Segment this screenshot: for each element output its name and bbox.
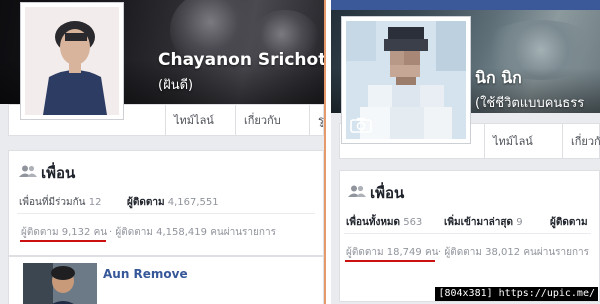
subscribers-text: คนผ่านรายการ — [523, 247, 590, 258]
subscribers-count: 38,012 — [485, 247, 521, 258]
followers-count-row[interactable]: ผู้ติดตาม 9,132 คน — [21, 225, 107, 240]
profile-picture[interactable] — [20, 2, 124, 120]
filter-label: เพิ่มเข้ามาล่าสุด — [444, 217, 514, 228]
friend-photo — [23, 263, 97, 304]
divider — [344, 233, 591, 234]
tab-photos[interactable]: รูป — [309, 105, 324, 135]
friends-title: เพื่อน — [370, 184, 405, 202]
left-profile-panel: Chayanon Srichot (ฝันดี) ไทม์ไลน์ เกี่ยว… — [0, 0, 324, 304]
filter-label: ผู้ติดตาม — [127, 197, 165, 208]
profile-picture[interactable] — [341, 16, 471, 144]
profile-name[interactable]: นิก นิก — [475, 66, 522, 91]
avatar — [346, 21, 466, 139]
filter-count: 12 — [88, 197, 102, 208]
followers-count: 18,749 — [386, 247, 422, 258]
friend-name-link[interactable]: Aun Remove — [103, 267, 188, 281]
profile-nickname: (ใช้ชีวิตแบบคนธรร — [475, 96, 585, 111]
subscribers-row[interactable]: · ผู้ติดตาม 4,158,419 คนผ่านรายการ — [109, 225, 276, 240]
friend-preview-card: Aun Remove — [8, 256, 324, 304]
filter-label: เพื่อนทั้งหมด — [346, 217, 401, 228]
filter-followers[interactable]: ผู้ติดตาม 4,167,551 — [127, 195, 219, 210]
avatar — [25, 7, 119, 115]
followers-unit: คน — [93, 227, 108, 238]
camera-icon[interactable] — [350, 117, 372, 133]
profile-nickname: (ฝันดี) — [158, 78, 194, 93]
highlight-underline — [20, 240, 106, 242]
filter-label: ผู้ติดตาม — [550, 217, 588, 228]
divider — [17, 213, 315, 214]
filter-label: เพื่อนที่มีร่วมกัน — [19, 197, 86, 208]
filter-count: 563 — [403, 217, 423, 228]
tab-about[interactable]: เกี่ยวกับ — [562, 124, 600, 158]
right-profile-panel: นิก นิก (ใช้ชีวิตแบบคนธรร ไทม์ไลน์ เกี่ย… — [331, 0, 600, 304]
highlight-underline — [345, 260, 435, 262]
top-bar — [331, 0, 600, 10]
followers-unit: คน — [424, 247, 439, 258]
subscribers-count: 4,158,419 — [156, 227, 208, 238]
filter-recently-added[interactable]: เพิ่มเข้ามาล่าสุด 9 — [444, 215, 523, 230]
friends-title: เพื่อน — [41, 164, 76, 182]
friends-icon — [348, 185, 366, 197]
followers-label: ผู้ติดตาม — [346, 247, 384, 258]
friends-icon — [19, 165, 37, 177]
filter-all-friends[interactable]: เพื่อนทั้งหมด 563 — [346, 215, 422, 230]
followers-label: ผู้ติดตาม — [21, 227, 59, 238]
tab-about[interactable]: เกี่ยวกับ — [235, 105, 309, 135]
tab-timeline[interactable]: ไทม์ไลน์ — [165, 105, 235, 135]
filter-mutual-friends[interactable]: เพื่อนที่มีร่วมกัน 12 — [19, 195, 101, 210]
followers-count-row[interactable]: ผู้ติดตาม 18,749 คน — [346, 245, 438, 260]
friends-card: เพื่อน เพื่อนที่มีร่วมกัน 12 ผู้ติดตาม 4… — [8, 150, 324, 256]
watermark: [804x381] https://upic.me/ — [435, 287, 598, 301]
avatar-photo — [25, 7, 119, 115]
followers-count: 9,132 — [61, 227, 91, 238]
subscribers-text: คนผ่านรายการ — [210, 227, 276, 238]
friends-card: เพื่อน เพื่อนทั้งหมด 563 เพิ่มเข้ามาล่าส… — [339, 170, 600, 302]
filter-count: 9 — [516, 217, 523, 228]
subscribers-label: ผู้ติดตาม — [115, 227, 153, 238]
tab-timeline[interactable]: ไทม์ไลน์ — [484, 124, 562, 158]
screenshot-divider — [324, 0, 331, 304]
subscribers-label: ผู้ติดตาม — [444, 247, 482, 258]
profile-name[interactable]: Chayanon Srichot — [158, 50, 324, 70]
filter-followers[interactable]: ผู้ติดตาม — [550, 215, 588, 230]
subscribers-row[interactable]: · ผู้ติดตาม 38,012 คนผ่านรายการ — [438, 245, 589, 260]
friend-thumbnail[interactable] — [23, 263, 97, 304]
filter-count: 4,167,551 — [167, 197, 219, 208]
